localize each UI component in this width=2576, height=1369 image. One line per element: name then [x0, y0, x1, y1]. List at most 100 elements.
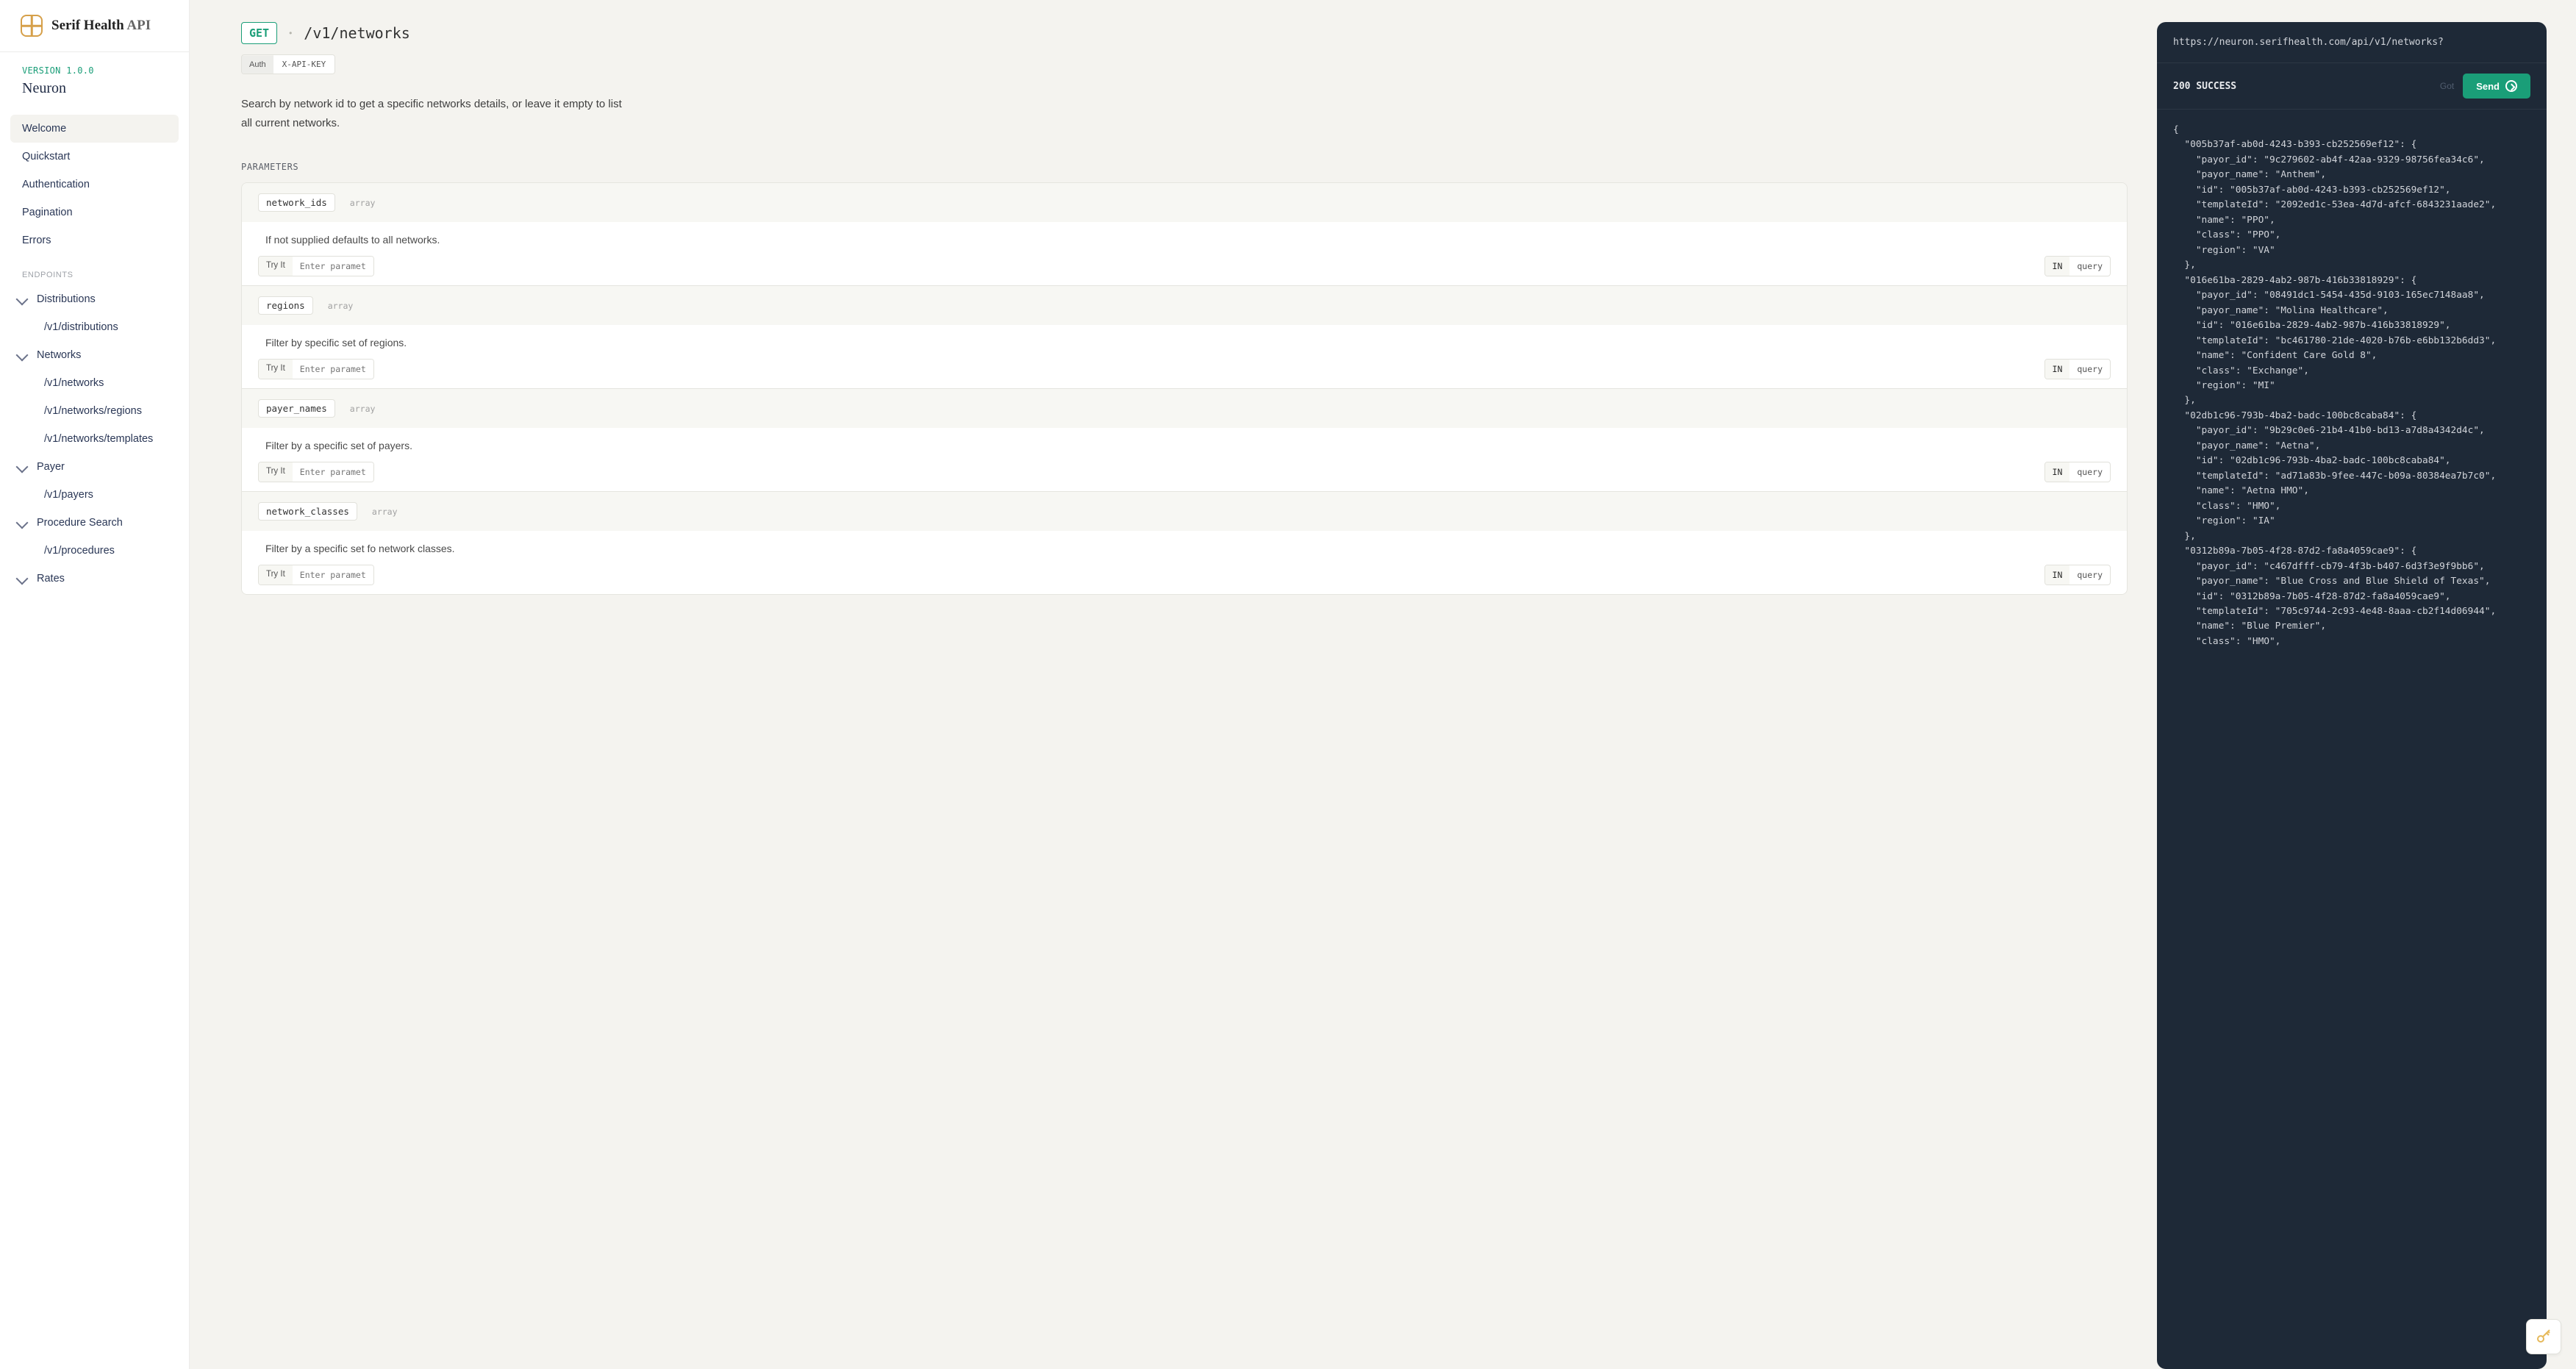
parameter-name: regions	[258, 296, 313, 315]
parameter-location-value: query	[2069, 360, 2110, 379]
endpoint-path: /v1/networks	[304, 24, 410, 42]
try-it-label: Try It	[259, 462, 293, 482]
try-it-label: Try It	[259, 360, 293, 379]
parameters-label: PARAMETERS	[241, 162, 2128, 172]
nav-item-errors[interactable]: Errors	[10, 226, 179, 254]
parameter-location-in: IN	[2045, 360, 2070, 379]
nav-item-authentication[interactable]: Authentication	[10, 171, 179, 199]
nav-sub-item[interactable]: /v1/networks	[10, 369, 179, 397]
parameter-input[interactable]	[293, 360, 373, 379]
nav-group-procedure-search[interactable]: Procedure Search	[10, 509, 179, 537]
logo-icon	[21, 15, 43, 37]
response-column: https://neuron.serifhealth.com/api/v1/ne…	[2157, 0, 2576, 1369]
parameter-network_ids: network_ids array If not supplied defaults…	[242, 183, 2127, 285]
parameter-header: payer_names array	[242, 389, 2127, 428]
parameter-location-pill: INquery	[2044, 256, 2111, 276]
send-button-label: Send	[2476, 81, 2500, 92]
parameter-type: array	[350, 404, 376, 414]
auth-label: Auth	[242, 56, 273, 74]
nav-groups: Distributions/v1/distributions Networks/v…	[10, 285, 179, 593]
chevron-down-icon	[16, 293, 29, 306]
nav-section-endpoints: ENDPOINTS	[10, 254, 179, 285]
key-icon	[2535, 1328, 2552, 1345]
brand-suffix: API	[126, 18, 151, 33]
parameter-body: Filter by a specific set fo network clas…	[242, 531, 2127, 594]
brand-name: Serif Health API	[51, 18, 151, 34]
sidebar: Serif Health API VERSION 1.0.0 Neuron We…	[0, 0, 190, 1369]
parameter-name: network_classes	[258, 502, 357, 521]
nav-group-networks[interactable]: Networks	[10, 341, 179, 369]
doc-column: GET • /v1/networks Auth X-API-KEY Search…	[190, 0, 2157, 1369]
parameter-description: Filter by a specific set of payers.	[258, 440, 2111, 451]
nav-group-payer[interactable]: Payer	[10, 453, 179, 481]
nav-sub-item[interactable]: /v1/procedures	[10, 537, 179, 565]
parameter-description: Filter by a specific set fo network clas…	[258, 543, 2111, 554]
nav-sub-item[interactable]: /v1/distributions	[10, 313, 179, 341]
auth-pill: Auth X-API-KEY	[241, 54, 335, 74]
nav-group-distributions[interactable]: Distributions	[10, 285, 179, 313]
nav-item-pagination[interactable]: Pagination	[10, 199, 179, 226]
parameter-body: Filter by specific set of regions.Try It…	[242, 325, 2127, 388]
try-it-pill: Try It	[258, 256, 374, 276]
parameter-header: network_ids array	[242, 183, 2127, 222]
parameter-type: array	[350, 198, 376, 208]
send-button[interactable]: Send	[2463, 74, 2530, 99]
parameters-box: network_idsarrayIf not supplied defaults…	[241, 182, 2128, 595]
response-status: 200 SUCCESS	[2173, 81, 2236, 92]
api-key-button[interactable]	[2526, 1319, 2561, 1354]
nav-primary-list: WelcomeQuickstartAuthenticationPaginatio…	[10, 115, 179, 254]
chevron-down-icon	[16, 461, 29, 473]
parameter-name: network_ids	[258, 193, 335, 212]
nav-group-label: Payer	[37, 461, 65, 473]
version-tag: VERSION 1.0.0	[22, 65, 167, 76]
chevron-down-icon	[16, 517, 29, 529]
parameter-type: array	[328, 301, 354, 311]
parameter-location-value: query	[2069, 257, 2110, 276]
parameter-location-value: query	[2069, 462, 2110, 482]
response-panel: https://neuron.serifhealth.com/api/v1/ne…	[2157, 22, 2547, 1369]
parameter-payer_names: payer_names array Filter by a specific set…	[242, 388, 2127, 491]
nav-group-rates[interactable]: Rates	[10, 565, 179, 593]
parameter-controls: Try It INquery	[258, 462, 2111, 482]
try-it-pill: Try It	[258, 565, 374, 585]
sidebar-version-block: VERSION 1.0.0 Neuron	[0, 52, 189, 100]
parameter-input[interactable]	[293, 462, 373, 482]
parameter-body: If not supplied defaults to all networks…	[242, 222, 2127, 285]
response-hint: Got	[2440, 81, 2454, 91]
try-it-label: Try It	[259, 565, 293, 585]
chevron-down-icon	[16, 573, 29, 585]
nav-group-label: Procedure Search	[37, 517, 123, 529]
main: GET • /v1/networks Auth X-API-KEY Search…	[190, 0, 2576, 1369]
parameter-input[interactable]	[293, 565, 373, 585]
chevron-down-icon	[16, 349, 29, 362]
response-status-row: 200 SUCCESS Got Send	[2157, 63, 2547, 110]
endpoint-description: Search by network id to get a specific n…	[241, 95, 623, 132]
parameter-controls: Try It INquery	[258, 565, 2111, 585]
parameter-name: payer_names	[258, 399, 335, 418]
brand-name-text: Serif Health	[51, 18, 124, 33]
endpoint-dot: •	[289, 28, 292, 38]
nav-group-label: Networks	[37, 349, 81, 361]
nav-sub-item[interactable]: /v1/networks/templates	[10, 425, 179, 453]
nav-group-label: Distributions	[37, 293, 96, 305]
try-it-label: Try It	[259, 257, 293, 276]
parameter-location-value: query	[2069, 565, 2110, 585]
parameter-header: network_classesarray	[242, 492, 2127, 531]
nav-item-quickstart[interactable]: Quickstart	[10, 143, 179, 171]
endpoint-header: GET • /v1/networks	[241, 22, 2128, 44]
nav-group-label: Rates	[37, 573, 65, 585]
parameter-network_classes: network_classesarray Filter by a specific…	[242, 491, 2127, 594]
parameter-location-in: IN	[2045, 257, 2070, 276]
nav-sub-item[interactable]: /v1/payers	[10, 481, 179, 509]
parameter-location-in: IN	[2045, 462, 2070, 482]
try-it-pill: Try It	[258, 462, 374, 482]
parameter-location-in: IN	[2045, 565, 2070, 585]
nav-sub-item[interactable]: /v1/networks/regions	[10, 397, 179, 425]
parameter-input[interactable]	[293, 257, 373, 276]
nav-item-welcome[interactable]: Welcome	[10, 115, 179, 143]
response-body: { "005b37af-ab0d-4243-b393-cb252569ef12"…	[2157, 110, 2547, 1369]
parameter-controls: Try It INquery	[258, 256, 2111, 276]
parameter-controls: Try It INquery	[258, 359, 2111, 379]
parameter-location-pill: INquery	[2044, 565, 2111, 585]
try-it-pill: Try It	[258, 359, 374, 379]
